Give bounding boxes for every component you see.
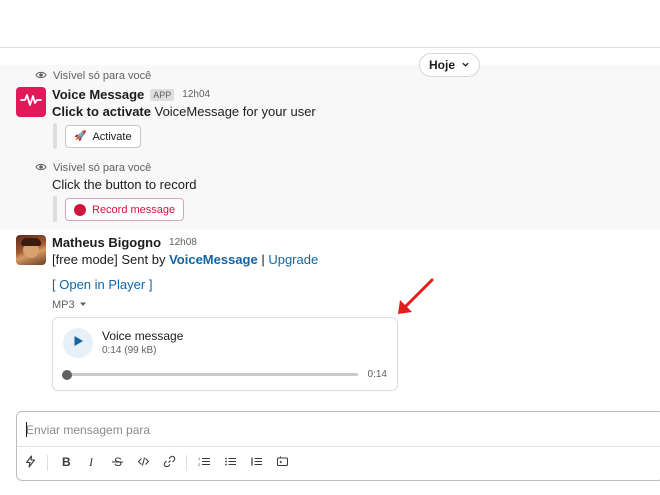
strikethrough-button[interactable]: S [104,451,130,475]
file-type-label: MP3 [52,299,75,311]
app-badge: APP [150,88,175,101]
separator: | [257,252,269,267]
waveform-icon [20,93,42,112]
code-button[interactable] [130,451,156,475]
caret-down-icon [79,299,87,311]
code-block-button[interactable] [269,451,295,475]
code-block-icon [276,455,289,471]
blockquote-icon [250,455,263,471]
voice-message-app-avatar[interactable] [16,87,46,117]
ephemeral-note-text: Visível só para você [53,162,152,174]
message-composer: B I S [16,411,660,481]
audio-progress-track[interactable] [67,373,358,376]
blockquote-button[interactable] [243,451,269,475]
file-type-toggle[interactable]: MP3 [52,299,87,311]
bold-icon: B [59,455,72,471]
audio-meta: 0:14 (99 kB) [102,345,157,356]
play-icon [72,334,84,352]
ephemeral-note: Visível só para você [35,161,151,175]
italic-icon: I [85,455,98,471]
voicemessage-link[interactable]: VoiceMessage [169,252,258,267]
code-icon [137,455,150,471]
composer-divider [17,446,660,447]
svg-text:I: I [88,455,94,468]
strikethrough-icon: S [111,455,124,471]
audio-progress-knob[interactable] [62,370,72,380]
bulleted-list-icon [224,455,237,471]
avatar[interactable] [16,235,46,265]
bulleted-list-button[interactable] [217,451,243,475]
arrow-annotation-icon [398,278,434,314]
audio-duration: 0:14 [367,369,387,380]
activate-label: Activate [92,130,132,143]
svg-text:2: 2 [198,462,201,467]
timestamp[interactable]: 12h08 [169,237,197,248]
bold-button[interactable]: B [52,451,78,475]
record-label: Record message [92,203,176,216]
record-prompt-text: Click the button to record [52,177,197,192]
ordered-list-button[interactable]: 12 [191,451,217,475]
avatar-hair [21,238,41,246]
message-input[interactable] [18,413,658,447]
link-icon [163,455,176,471]
open-in-player-link[interactable]: [ Open in Player ] [52,277,152,292]
ephemeral-note-text: Visível só para você [53,70,152,82]
eye-icon [35,69,47,84]
app-message-text: Click to activate VoiceMessage for your … [52,104,316,119]
activate-button[interactable]: 🚀 Activate [65,125,141,148]
link-button[interactable] [156,451,182,475]
record-message-button[interactable]: Record message [65,198,185,221]
italic-button[interactable]: I [78,451,104,475]
audio-player-card: Voice message 0:14 (99 kB) 0:14 [52,317,398,391]
sender-name[interactable]: Voice Message [52,87,144,102]
date-label: Hoje [428,58,455,72]
message-text-rest: VoiceMessage for your user [151,104,316,119]
toolbar-separator [186,455,187,471]
record-dot-icon [74,203,86,216]
date-divider-button[interactable]: Hoje [419,53,480,77]
eye-icon [35,161,47,176]
attachment-bar [53,196,57,222]
toolbar-separator [47,455,48,471]
user-message-text: [free mode] Sent by VoiceMessage | Upgra… [52,252,318,267]
chevron-down-icon [461,58,470,72]
app-message-header: Voice Message APP 12h04 [52,87,210,102]
audio-title: Voice message [102,329,184,343]
text-caret [26,422,27,437]
free-mode-prefix: [free mode] Sent by [52,252,170,267]
attachment-bar [53,123,57,149]
shortcuts-icon [24,455,37,471]
message-bold-text: Click to activate [52,104,151,119]
ephemeral-note: Visível só para você [35,69,151,83]
slack-channel-view: Hoje Visível só para você Voice Message … [0,0,660,495]
rocket-icon: 🚀 [74,131,87,142]
svg-text:B: B [62,455,71,468]
user-message-header: Matheus Bigogno 12h08 [52,235,197,250]
ordered-list-icon: 12 [198,455,211,471]
top-divider [0,47,660,48]
formatting-toolbar: B I S 1 2 [17,450,295,476]
sender-name[interactable]: Matheus Bigogno [52,235,161,250]
play-button[interactable] [63,328,93,358]
svg-text:1: 1 [198,456,201,461]
upgrade-link[interactable]: Upgrade [268,252,318,267]
timestamp[interactable]: 12h04 [182,89,210,100]
shortcuts-button[interactable] [17,451,43,475]
